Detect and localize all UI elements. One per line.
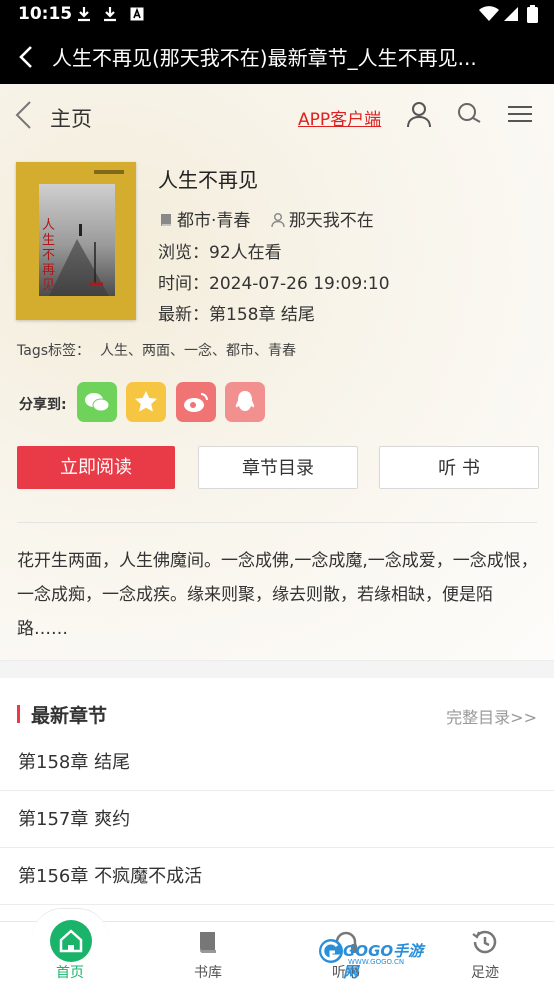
menu-icon[interactable]: [506, 100, 534, 128]
book-category: 都市·青春: [177, 211, 251, 231]
share-label: 分享到:: [19, 397, 67, 413]
book-cover[interactable]: 人生不再见: [16, 162, 136, 320]
qq-icon: [235, 391, 255, 411]
book-detail-section: 主页 APP客户端 人生不再见 人生不再见 都市·青春 那天我不在 浏览：92人…: [0, 84, 554, 660]
tags-label: Tags标签：: [17, 343, 90, 359]
watermark-logo: GOGO手游网 WWW.GOGO.CN: [316, 930, 428, 981]
full-catalog-link[interactable]: 完整目录>>: [446, 704, 537, 728]
home-link[interactable]: 主页: [50, 103, 92, 133]
wifi-icon: [479, 6, 499, 21]
search-icon[interactable]: [455, 100, 483, 128]
cover-title-text: 人生不再见: [42, 218, 56, 293]
chapter-item[interactable]: 第156章 不疯魔不成活: [0, 848, 554, 905]
download-icon: [78, 7, 90, 22]
home-button[interactable]: [50, 920, 92, 962]
tags-row: Tags标签： 人生、两面、一念、都市、青春: [17, 340, 296, 360]
chapter-title: 第156章 不疯魔不成活: [18, 866, 203, 887]
back-arrow-icon[interactable]: [14, 44, 40, 70]
author-icon: [271, 213, 285, 228]
chevron-left-icon[interactable]: [12, 100, 36, 130]
signal-icon: [504, 7, 518, 21]
status-time: 10:15: [18, 4, 73, 24]
share-wechat-button[interactable]: [77, 382, 117, 422]
chapter-title: 第158章 结尾: [18, 752, 131, 773]
home-icon: [59, 929, 83, 953]
battery-icon: [527, 5, 538, 23]
book-title: 人生不再见: [158, 168, 258, 192]
book-latest-chapter[interactable]: 最新：第158章 结尾: [158, 300, 315, 325]
book-description: 花开生两面，人生佛魔间。一念成佛,一念成魔,一念成爱，一念成恨，一念成痴，一念成…: [17, 551, 538, 639]
tags-list[interactable]: 人生、两面、一念、都市、青春: [100, 343, 296, 359]
book-category-author: 都市·青春 那天我不在: [158, 206, 374, 231]
weibo-icon: [184, 393, 208, 412]
book-updated-time: 时间：2024-07-26 19:09:10: [158, 274, 390, 294]
qzone-icon: [135, 391, 157, 412]
book-views: 浏览：92人在看: [158, 243, 282, 263]
chapter-item[interactable]: 第158章 结尾: [0, 734, 554, 791]
listen-button[interactable]: 听 书: [379, 446, 539, 489]
latest-chapters-heading: 最新章节: [31, 705, 108, 727]
section-gap: [0, 660, 554, 678]
watermark-logo-icon: [319, 939, 343, 963]
book-library-icon: [199, 932, 216, 953]
book-author[interactable]: 那天我不在: [289, 211, 374, 231]
tab-library-label: 书库: [194, 965, 222, 981]
watermark-url: WWW.GOGO.CN: [348, 958, 405, 966]
user-icon[interactable]: [405, 100, 433, 128]
chapter-item[interactable]: 第157章 爽约: [0, 791, 554, 848]
share-qzone-button[interactable]: [126, 382, 166, 422]
chapter-title: 第157章 爽约: [18, 809, 131, 830]
app-client-link[interactable]: APP客户端: [298, 105, 381, 130]
chapter-list-button[interactable]: 章节目录: [198, 446, 358, 489]
tab-home-label: 首页: [56, 965, 84, 981]
history-icon: [472, 930, 497, 954]
book-icon: [161, 214, 171, 226]
share-qq-button[interactable]: [225, 382, 265, 422]
site-nav: 主页 APP客户端: [0, 84, 554, 146]
wechat-icon: [85, 393, 110, 412]
read-now-button[interactable]: 立即阅读: [17, 446, 175, 489]
tab-history[interactable]: 足迹: [445, 922, 525, 984]
text-notification-icon: [130, 7, 144, 21]
tab-history-label: 足迹: [471, 965, 499, 981]
page-title: 人生不再见(那天我不在)最新章节_人生不再见...: [52, 46, 477, 70]
divider: [17, 522, 537, 523]
share-weibo-button[interactable]: [176, 382, 216, 422]
download-icon: [104, 7, 116, 22]
status-bar: 10:15: [0, 0, 554, 30]
section-accent-bar: [17, 705, 20, 723]
cover-publisher-mark: [94, 170, 124, 174]
title-bar: 人生不再见(那天我不在)最新章节_人生不再见...: [0, 30, 554, 84]
tab-library[interactable]: 书库: [168, 922, 248, 984]
